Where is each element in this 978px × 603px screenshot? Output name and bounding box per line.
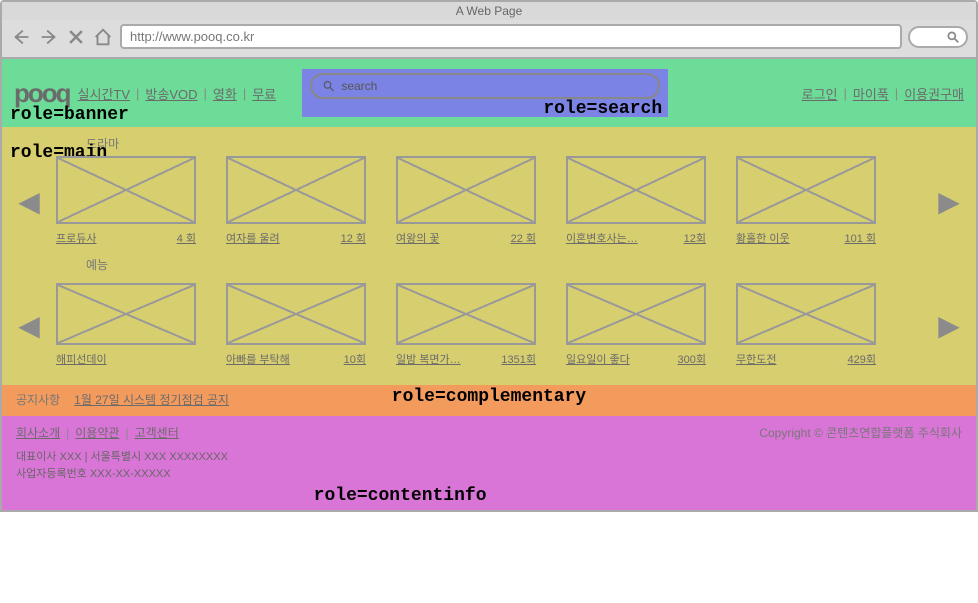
thumbnail-placeholder bbox=[566, 156, 706, 224]
card[interactable]: 무한도전 429회 bbox=[736, 283, 876, 367]
card[interactable]: 여자를 울려 12 회 bbox=[226, 156, 366, 246]
card-title: 무한도전 bbox=[736, 351, 776, 367]
carousel-next-icon[interactable]: ▶ bbox=[936, 309, 962, 342]
card-ep: 429회 bbox=[848, 351, 876, 367]
notice-link[interactable]: 1월 27일 시스템 정기점검 공지 bbox=[74, 393, 229, 407]
role-label-complementary: role=complementary bbox=[392, 387, 586, 407]
section-title-variety: 예능 bbox=[86, 256, 962, 273]
user-nav: 로그인| 마이푹| 이용권구매 bbox=[802, 84, 964, 103]
section-title-drama: 드라마 bbox=[86, 135, 962, 152]
stop-icon[interactable] bbox=[66, 27, 86, 47]
login-link[interactable]: 로그인 bbox=[802, 84, 838, 103]
card[interactable]: 일밤 복면가… 1351회 bbox=[396, 283, 536, 367]
carousel-next-icon[interactable]: ▶ bbox=[936, 185, 962, 218]
browser-title: A Web Page bbox=[2, 2, 976, 20]
carousel-variety: ◀ 해피선데이 아빠를 부탁해 10회 일밤 복면가… 1351회 일요일이 좋다 3… bbox=[16, 283, 962, 367]
contentinfo-region: role=contentinfo 회사소개| 이용약관| 고객센터 Copyri… bbox=[2, 416, 976, 510]
thumbnail-placeholder bbox=[736, 283, 876, 345]
nav-free[interactable]: 무료 bbox=[252, 84, 276, 103]
notice-label: 공지사항 bbox=[16, 391, 60, 408]
card-ep: 12회 bbox=[684, 230, 706, 246]
search-region: role=search bbox=[302, 69, 668, 117]
footer-support[interactable]: 고객센터 bbox=[135, 424, 179, 441]
browser-search[interactable] bbox=[908, 26, 968, 48]
thumbnail-placeholder bbox=[56, 156, 196, 224]
card[interactable]: 황홀한 이웃 101 회 bbox=[736, 156, 876, 246]
card-title: 이혼변호사는… bbox=[566, 230, 638, 246]
card[interactable]: 아빠를 부탁해 10회 bbox=[226, 283, 366, 367]
page: role=banner pooq 실시간TV| 방송VOD| 영화| 무료 ro… bbox=[0, 59, 978, 512]
card-title: 여왕의 꽃 bbox=[396, 230, 440, 246]
browser-chrome: A Web Page http://www.pooq.co.kr bbox=[0, 0, 978, 59]
carousel-prev-icon[interactable]: ◀ bbox=[16, 185, 42, 218]
card-ep: 10회 bbox=[344, 351, 366, 367]
card-ep: 12 회 bbox=[341, 230, 366, 246]
footer-terms[interactable]: 이용약관 bbox=[75, 424, 119, 441]
mypooq-link[interactable]: 마이푹 bbox=[853, 84, 889, 103]
card[interactable]: 여왕의 꽃 22 회 bbox=[396, 156, 536, 246]
nav-live-tv[interactable]: 실시간TV bbox=[78, 84, 131, 103]
role-label-search: role=search bbox=[543, 99, 662, 119]
card-title: 프로듀사 bbox=[56, 230, 96, 246]
copyright: Copyright © 콘텐츠연합플랫폼 주식회사 bbox=[759, 424, 962, 441]
nav-vod[interactable]: 방송VOD bbox=[145, 84, 197, 103]
card-ep: 4 회 bbox=[177, 230, 196, 246]
thumbnail-placeholder bbox=[226, 283, 366, 345]
card[interactable]: 일요일이 좋다 300회 bbox=[566, 283, 706, 367]
card-ep: 1351회 bbox=[501, 351, 536, 367]
purchase-link[interactable]: 이용권구매 bbox=[904, 84, 964, 103]
banner-region: role=banner pooq 실시간TV| 방송VOD| 영화| 무료 ro… bbox=[2, 59, 976, 127]
thumbnail-placeholder bbox=[736, 156, 876, 224]
card-title: 여자를 울려 bbox=[226, 230, 280, 246]
url-bar[interactable]: http://www.pooq.co.kr bbox=[120, 24, 902, 49]
card[interactable]: 해피선데이 bbox=[56, 283, 196, 367]
footer-about[interactable]: 회사소개 bbox=[16, 424, 60, 441]
carousel-drama: ◀ 프로듀사 4 회 여자를 울려 12 회 여왕의 꽃 22 회 이혼변호사는… 12… bbox=[16, 156, 962, 246]
thumbnail-placeholder bbox=[396, 283, 536, 345]
main-nav: 실시간TV| 방송VOD| 영화| 무료 bbox=[78, 84, 277, 103]
thumbnail-placeholder bbox=[56, 283, 196, 345]
home-icon[interactable] bbox=[92, 26, 114, 48]
complementary-region: role=complementary 공지사항 1월 27일 시스템 정기점검 … bbox=[2, 385, 976, 416]
footer-links: 회사소개| 이용약관| 고객센터 bbox=[16, 424, 179, 441]
browser-toolbar: http://www.pooq.co.kr bbox=[2, 20, 976, 57]
footer-info-2: 사업자등록번호 XXX-XX-XXXXX bbox=[16, 466, 962, 483]
nav-movie[interactable]: 영화 bbox=[213, 84, 237, 103]
role-label-contentinfo: role=contentinfo bbox=[314, 486, 487, 506]
search-icon bbox=[322, 79, 335, 93]
carousel-prev-icon[interactable]: ◀ bbox=[16, 309, 42, 342]
card-ep: 101 회 bbox=[844, 230, 876, 246]
forward-icon[interactable] bbox=[38, 26, 60, 48]
card-ep: 300회 bbox=[678, 351, 706, 367]
search-input[interactable] bbox=[341, 79, 648, 93]
back-icon[interactable] bbox=[10, 26, 32, 48]
card-ep: 22 회 bbox=[511, 230, 536, 246]
thumbnail-placeholder bbox=[226, 156, 366, 224]
card-title: 일밤 복면가… bbox=[396, 351, 461, 367]
thumbnail-placeholder bbox=[396, 156, 536, 224]
card-title: 황홀한 이웃 bbox=[736, 230, 790, 246]
main-region: role=main 드라마 ◀ 프로듀사4 회 여자를 울려12 회 여왕의 꽃… bbox=[2, 127, 976, 385]
card[interactable]: 프로듀사 4 회 bbox=[56, 156, 196, 246]
search-box bbox=[310, 73, 660, 99]
card-title: 아빠를 부탁해 bbox=[226, 351, 290, 367]
footer-info-1: 대표이사 XXX | 서울특별시 XXX XXXXXXXX bbox=[16, 449, 962, 466]
card-title: 일요일이 좋다 bbox=[566, 351, 630, 367]
logo[interactable]: pooq bbox=[14, 78, 70, 109]
card-title: 해피선데이 bbox=[56, 351, 107, 367]
thumbnail-placeholder bbox=[566, 283, 706, 345]
card[interactable]: 이혼변호사는… 12회 bbox=[566, 156, 706, 246]
